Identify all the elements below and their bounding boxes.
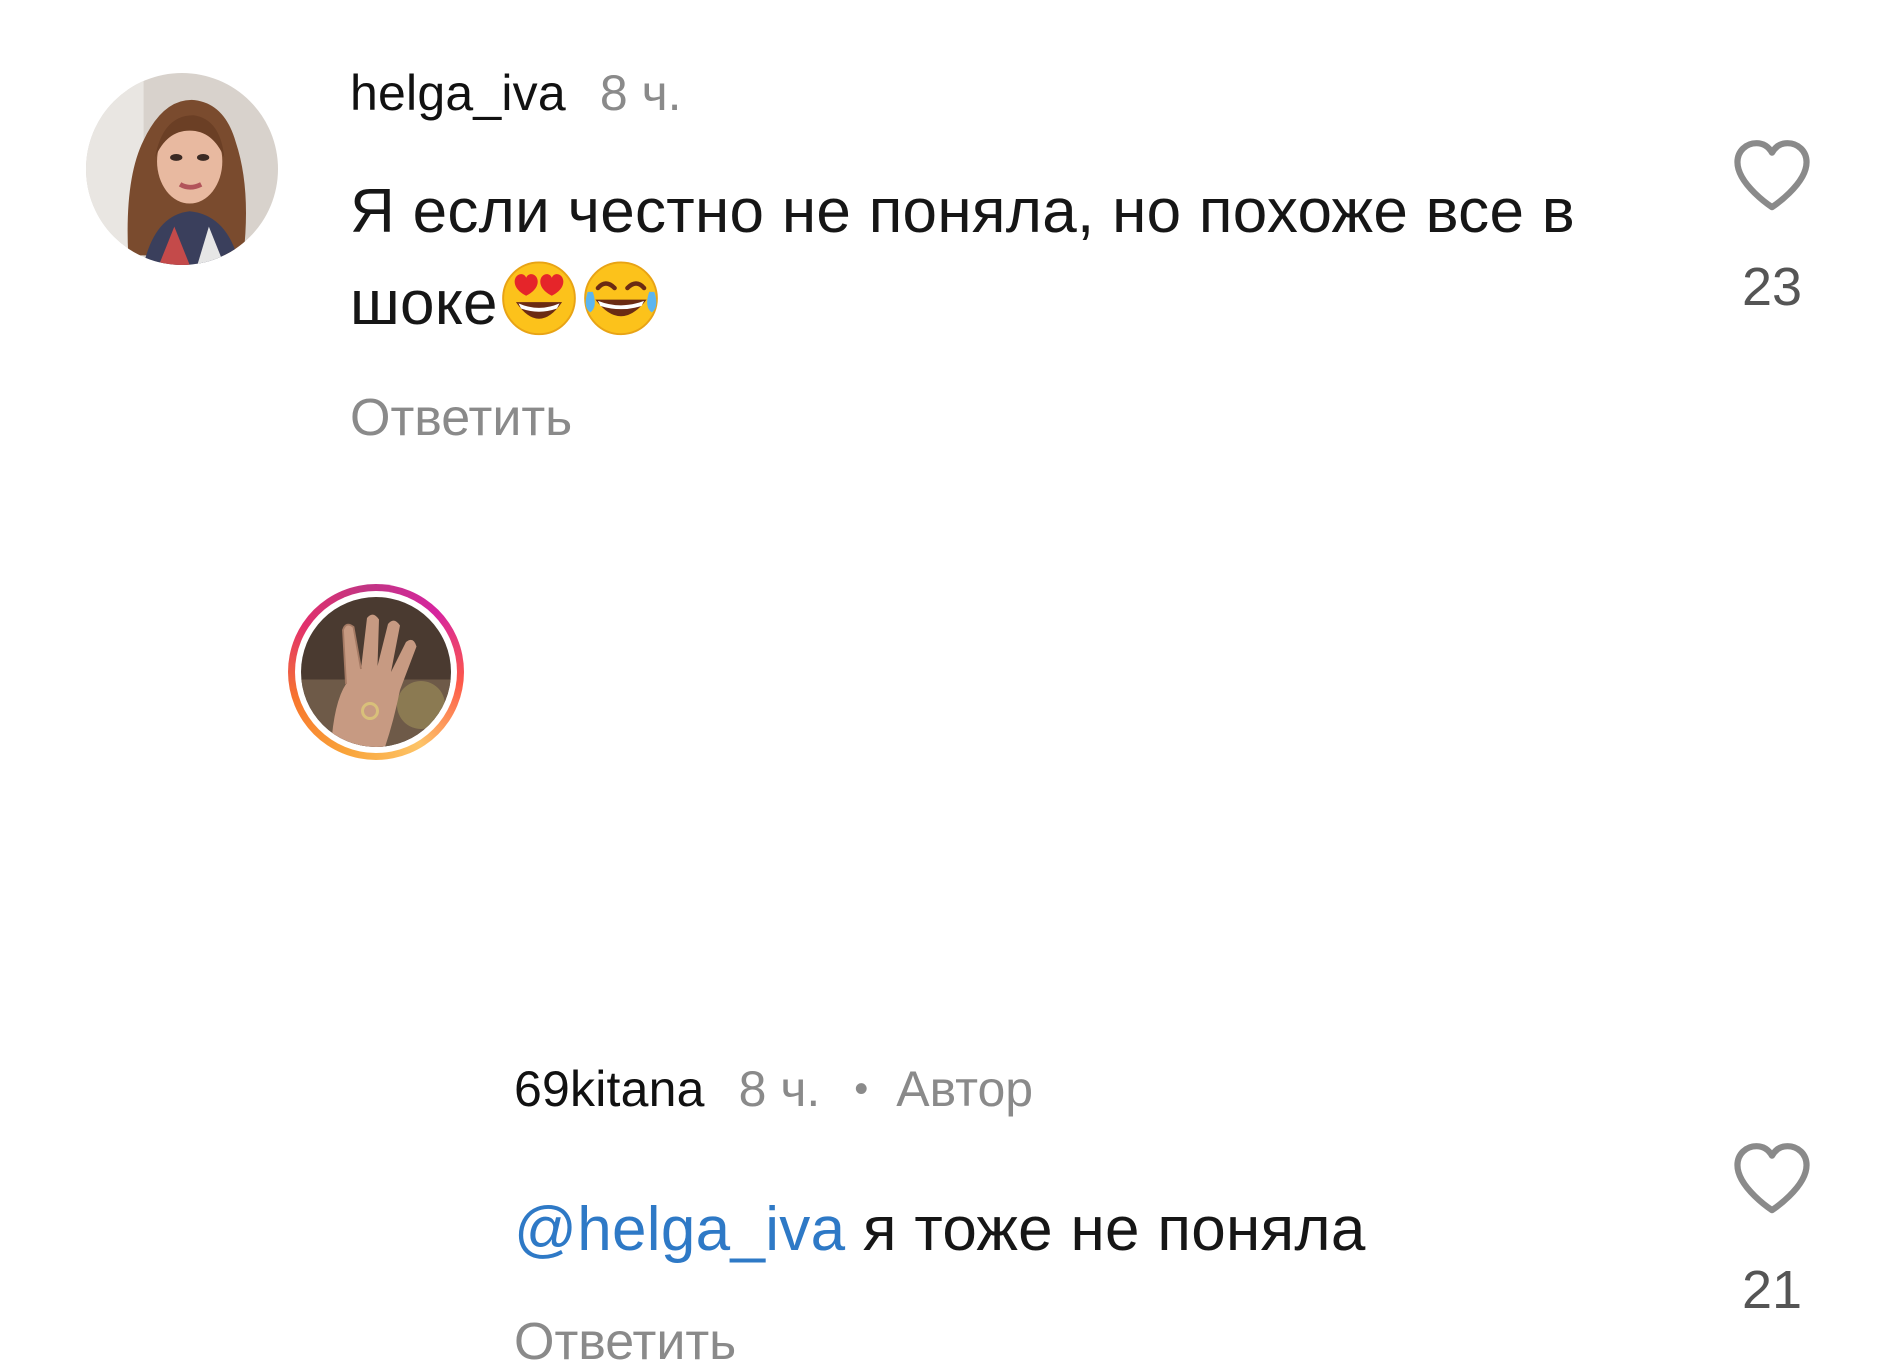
like-count: 23 (1741, 257, 1803, 317)
like-control: 23 (1717, 138, 1827, 318)
meta-separator: • (854, 1067, 869, 1111)
avatar[interactable] (301, 597, 451, 747)
reply-button[interactable]: Ответить (514, 1312, 736, 1372)
tears-of-joy-emoji-icon (580, 256, 662, 338)
heart-outline-icon[interactable] (1730, 1141, 1814, 1217)
like-control: 21 (1717, 1141, 1827, 1321)
comment-meta: helga_iva 8 ч. (350, 64, 682, 122)
comment-text: Я если честно не поняла, но похоже все в… (350, 168, 1650, 348)
comment-item: helga_iva 8 ч. Я если честно не поняла, … (0, 0, 1900, 470)
avatar[interactable] (86, 73, 278, 265)
comment-item: 69kitana 8 ч. • Автор @helga_iva я тоже … (0, 470, 1900, 1371)
comment-meta: 69kitana 8 ч. • Автор (514, 1060, 1033, 1118)
reply-button[interactable]: Ответить (350, 388, 572, 448)
username[interactable]: 69kitana (514, 1060, 705, 1118)
comment-body: я тоже не поняла (845, 1195, 1366, 1264)
like-count: 21 (1741, 1260, 1803, 1320)
author-badge: Автор (896, 1061, 1034, 1117)
timestamp: 8 ч. (738, 1061, 821, 1117)
heart-eyes-emoji-icon (498, 256, 580, 338)
timestamp: 8 ч. (599, 65, 682, 121)
comment-text: @helga_iva я тоже не поняла (514, 1186, 1764, 1274)
story-ring[interactable] (288, 584, 464, 760)
username[interactable]: helga_iva (350, 64, 566, 122)
heart-outline-icon[interactable] (1730, 138, 1814, 214)
mention-link[interactable]: @helga_iva (514, 1195, 845, 1264)
